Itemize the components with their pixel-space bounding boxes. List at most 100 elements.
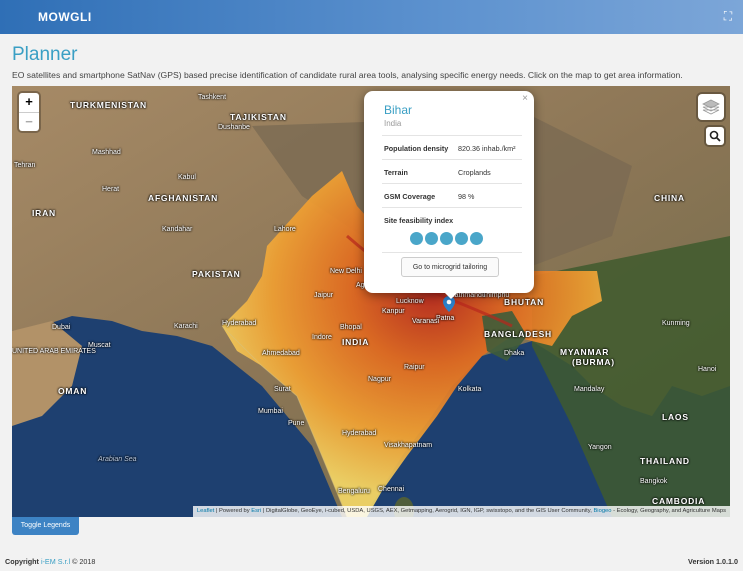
map-label-nagpur: Nagpur [368, 376, 391, 383]
attribution-powered: | Powered by [214, 508, 252, 514]
popup-subtitle: India [384, 119, 402, 128]
attribution-sources: | DigitalGlobe, GeoEye, i-cubed, USDA, U… [261, 508, 594, 514]
zoom-in-button[interactable]: + [19, 93, 39, 112]
map-label-surat: Surat [274, 386, 291, 393]
map-label-bengaluru: Bengaluru [338, 488, 370, 495]
map-label-chennai: Chennai [378, 486, 405, 493]
company-link[interactable]: i-EM S.r.l [41, 557, 70, 566]
microgrid-tailoring-button[interactable]: Go to microgrid tailoring [401, 257, 499, 277]
popup-title: Bihar [384, 103, 413, 117]
close-icon[interactable]: × [522, 93, 528, 104]
feasibility-row: Site feasibility index [382, 207, 522, 232]
leaflet-link[interactable]: Leaflet [197, 508, 214, 514]
map-label-tehran: Tehran [14, 162, 36, 169]
layers-icon [702, 99, 720, 115]
map-label-herat: Herat [102, 186, 120, 193]
map-label-dubai: Dubai [52, 324, 71, 331]
map-label-muscat: Muscat [88, 342, 111, 349]
map-label-bhutan: BHUTAN [504, 297, 545, 307]
map-label-tajikistan: TAJIKISTAN [230, 112, 287, 122]
area-info-popup: × Bihar India Population density 820.36 … [364, 91, 534, 293]
map-label-yangon: Yangon [588, 444, 612, 451]
map-label-kanpur: Kanpur [382, 308, 405, 315]
map-label-china: CHINA [654, 193, 685, 203]
map-label-cambodia: CAMBODIA [652, 496, 706, 506]
map-label-thailand: THAILAND [640, 456, 690, 466]
map-label-kunming: Kunming [662, 320, 690, 327]
rating-dot [440, 232, 453, 245]
population-label: Population density [384, 144, 449, 153]
rating-dot [455, 232, 468, 245]
map-label-bangladesh: BANGLADESH [484, 329, 552, 339]
population-row: Population density 820.36 inhab./km² [382, 135, 522, 160]
copyright-year: © 2018 [70, 557, 96, 566]
map-label-ahmedabad: Ahmedabad [262, 350, 300, 357]
map-label-bangkok: Bangkok [640, 478, 668, 485]
map-label-jaipur: Jaipur [314, 292, 334, 299]
terrain-value: Croplands [458, 168, 491, 177]
map-canvas[interactable]: TURKMENISTAN TAJIKISTAN AFGHANISTAN IRAN… [12, 86, 730, 517]
map-label-pune: Pune [288, 420, 305, 427]
popup-divider [382, 252, 522, 253]
map-label-lucknow: Lucknow [396, 298, 424, 305]
top-navbar: MOWGLI ⛶ [0, 0, 743, 34]
map-label-kandahar: Kandahar [162, 226, 193, 233]
copyright-prefix: Copyright [5, 557, 41, 566]
map-label-bhopal: Bhopal [340, 324, 362, 331]
map-label-tashkent: Tashkent [198, 94, 227, 101]
map-label-myanmar: MYANMAR [560, 347, 610, 357]
brand-logo[interactable]: MOWGLI [38, 10, 92, 24]
map-label-afghanistan: AFGHANISTAN [148, 193, 219, 203]
map-label-burma: (BURMA) [572, 357, 615, 367]
map-label-laos: LAOS [662, 412, 689, 422]
terrain-row: Terrain Croplands [382, 159, 522, 184]
map-label-oman: OMAN [58, 386, 88, 396]
terrain-label: Terrain [384, 168, 408, 177]
feasibility-rating [410, 232, 490, 248]
map-label-indore: Indore [312, 334, 332, 341]
map-label-raipur: Raipur [404, 364, 425, 371]
gsm-label: GSM Coverage [384, 192, 436, 201]
map-label-kabul: Kabul [178, 174, 196, 181]
page-title: Planner [12, 44, 78, 65]
map-label-hyderabad-in: Hyderabad [342, 430, 377, 437]
expand-icon[interactable]: ⛶ [721, 9, 735, 23]
esri-link[interactable]: Esri [251, 508, 261, 514]
zoom-control: + − [19, 93, 39, 131]
map-label-visakhapatnam: Visakhapatnam [384, 442, 433, 449]
map-label-dhaka: Dhaka [504, 350, 525, 357]
map-label-new-delhi: New Delhi [330, 268, 362, 275]
zoom-out-button[interactable]: − [19, 112, 39, 132]
footer-copyright: Copyright i-EM S.r.l © 2018 [5, 557, 95, 566]
gsm-value: 98 % [458, 192, 475, 201]
feasibility-label: Site feasibility index [384, 216, 454, 225]
footer-version: Version 1.0.1.0 [688, 557, 738, 566]
map-label-kolkata: Kolkata [458, 386, 482, 393]
population-value: 820.36 inhab./km² [458, 144, 516, 153]
map-label-lahore: Lahore [274, 226, 296, 233]
map-label-mandalay: Mandalay [574, 386, 605, 393]
map-label-uae: UNITED ARAB EMIRATES [12, 348, 96, 355]
map-label-hanoi: Hanoi [698, 366, 717, 373]
rating-dot [410, 232, 423, 245]
map-label-pakistan: PAKISTAN [192, 269, 241, 279]
biogeo-link[interactable]: Biogeo [593, 508, 611, 514]
map-label-thimphu: Thimphu [482, 292, 510, 299]
rating-dot [470, 232, 483, 245]
map-label-hyderabad-pk: Hyderabad [222, 320, 257, 327]
map-label-karachi: Karachi [174, 323, 198, 330]
layers-button[interactable] [698, 94, 724, 120]
map-label-mashhad: Mashhad [92, 149, 121, 156]
popup-pointer [443, 291, 459, 299]
map-search-button[interactable] [706, 127, 724, 145]
rating-dot [425, 232, 438, 245]
page-description: EO satellites and smartphone SatNav (GPS… [12, 70, 683, 80]
attribution-tail: - Ecology, Geography, and Agriculture Ma… [611, 508, 726, 514]
toggle-legends-button[interactable]: Toggle Legends [12, 517, 79, 535]
search-icon [709, 130, 721, 142]
map-label-turkmenistan: TURKMENISTAN [70, 100, 147, 110]
map-attribution: Leaflet | Powered by Esri | DigitalGlobe… [192, 506, 730, 517]
map-label-iran: IRAN [32, 208, 56, 218]
gsm-row: GSM Coverage 98 % [382, 183, 522, 208]
map-label-dushanbe: Dushanbe [218, 124, 250, 131]
